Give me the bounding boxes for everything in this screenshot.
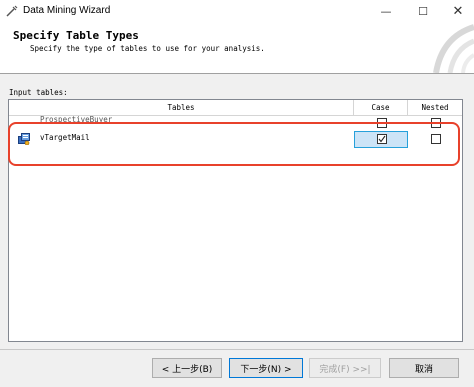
page-title: Specify Table Types [13,29,139,42]
input-tables-label: Input tables: [9,88,68,97]
header-decoration-icon [433,24,474,73]
nested-checkbox[interactable] [431,118,441,128]
case-table-icon [18,133,30,145]
page-subtitle: Specify the type of tables to use for yo… [30,44,265,53]
column-header-nested[interactable]: Nested [408,100,462,115]
checkmark-icon [378,135,386,143]
minimize-button[interactable]: — [366,0,406,23]
case-checkbox-checked[interactable] [377,134,387,144]
case-cell-selected[interactable] [354,131,408,148]
maximize-button[interactable]: ☐ [403,0,443,23]
nested-checkbox[interactable] [431,134,441,144]
case-checkbox[interactable] [377,118,387,128]
cancel-button[interactable]: 取消 [389,358,459,378]
column-header-case[interactable]: Case [354,100,408,115]
grid-header: Tables Case Nested [9,100,462,116]
wizard-header: Specify Table Types Specify the type of … [0,23,474,74]
table-name: ProspectiveBuyer [40,115,113,124]
back-button[interactable]: < 上一步(B) [152,358,222,378]
table-name: vTargetMail [40,133,90,142]
footer-divider [0,349,474,350]
finish-button[interactable]: 完成(F) >>| [309,358,381,378]
window-title: Data Mining Wizard [23,5,111,16]
column-header-tables[interactable]: Tables [9,100,354,115]
title-bar: Data Mining Wizard — ☐ ✕ [0,0,474,23]
close-button[interactable]: ✕ [438,0,474,23]
tables-grid: Tables Case Nested ProspectiveBuyer vTar… [8,99,463,342]
table-row-vtargetmail[interactable]: vTargetMail [9,131,462,148]
wizard-app-icon [6,5,18,17]
next-button[interactable]: 下一步(N) > [229,358,303,378]
